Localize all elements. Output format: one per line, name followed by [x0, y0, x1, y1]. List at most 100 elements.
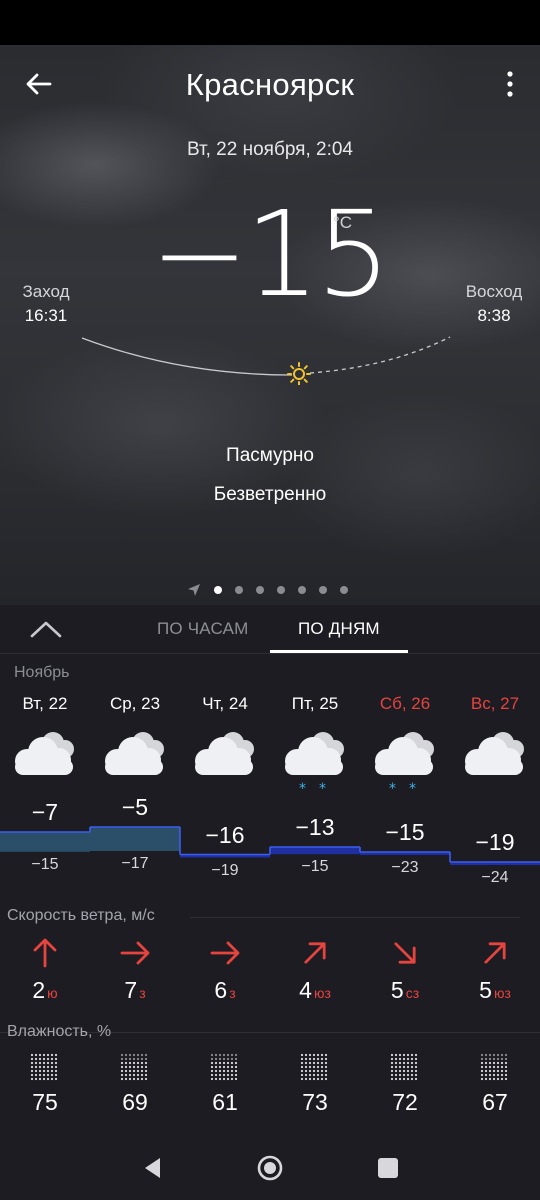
status-bar: [0, 0, 540, 45]
day-column[interactable]: Пт, 25 * *: [270, 693, 360, 797]
page-dot: [256, 586, 264, 594]
wind-direction-arrow-icon: [210, 941, 240, 965]
condition-text: Пасмурно: [226, 445, 314, 466]
day-label: Вт, 22: [22, 694, 68, 713]
page-dot: [277, 586, 285, 594]
humidity-cell: 67: [450, 1053, 540, 1116]
humidity-value: 61: [212, 1089, 238, 1115]
svg-text:*: *: [319, 781, 326, 797]
humidity-value: 72: [392, 1089, 418, 1115]
wind-speed-value: 7з: [90, 977, 180, 1004]
humidity-value: 73: [302, 1089, 328, 1115]
max-temp-label: −16: [205, 821, 245, 848]
temperature-unit: °C: [333, 213, 353, 232]
cloudy-snow-icon: * *: [369, 723, 441, 802]
min-temp-label: −23: [391, 859, 419, 876]
wind-direction-arrow-icon: [304, 942, 326, 964]
min-temp-label: −24: [481, 869, 509, 886]
day-column[interactable]: Вт, 22: [0, 693, 90, 775]
max-temp-label: −7: [31, 799, 59, 825]
humidity-cell: 69: [90, 1053, 180, 1116]
page-dot: [235, 586, 243, 594]
humidity-dots-icon: [30, 1053, 58, 1081]
forecast-panel: ПО ЧАСАМ ПО ДНЯМ Ноябрь Вт, 22 Ср, 23 Чт, …: [0, 605, 540, 1135]
cloudy-snow-icon: * *: [279, 723, 351, 802]
wind-direction-label: юз: [493, 985, 511, 1001]
sun-path-arc: [81, 336, 451, 385]
day-label: Сб, 26: [379, 694, 431, 713]
system-nav-bar: [0, 1135, 540, 1200]
humidity-dots-icon: [300, 1053, 328, 1081]
wind-direction-label: з: [229, 985, 236, 1001]
page-dot: [214, 586, 222, 594]
wind-speed-value: 4 юз: [270, 977, 360, 1004]
cloudy-icon: [9, 723, 81, 802]
active-tab-indicator: [270, 650, 408, 653]
chevron-up-icon[interactable]: [28, 616, 64, 642]
page-dot: [298, 586, 306, 594]
wind-text: Безветренно: [213, 484, 327, 505]
wind-direction-arrow-icon: [394, 942, 416, 964]
temperature-chart: −7 −15 −5 −17 −16 −19 −13 −15 −15 −23 −19 −24: [0, 794, 540, 905]
sunrise-info: Восход 8:38: [462, 280, 526, 328]
cloudy-icon: [189, 723, 261, 802]
wind-direction-label: ю: [47, 985, 58, 1001]
more-vert-icon[interactable]: [498, 69, 522, 99]
svg-text:*: *: [409, 781, 416, 797]
sunset-label: Заход: [22, 282, 70, 301]
forecast-tabs: ПО ЧАСАМ ПО ДНЯМ: [0, 605, 540, 654]
max-temp-label: −15: [385, 819, 425, 845]
day-column[interactable]: Чт, 24: [180, 693, 270, 775]
sun-icon: [287, 362, 311, 385]
current-temperature-block: −15 °C: [0, 195, 540, 325]
wind-speed: 2: [32, 977, 46, 1003]
tab-daily[interactable]: ПО ДНЯМ: [298, 619, 380, 639]
humidity-section-title: Влажность, %: [7, 1023, 112, 1040]
humidity-dots-icon: [120, 1053, 148, 1081]
wind-cell: 5 юз: [450, 935, 540, 1004]
humidity-dots-icon: [390, 1053, 418, 1081]
wind-speed: 5: [479, 977, 492, 1003]
humidity-cell: 75: [0, 1053, 90, 1116]
day-column[interactable]: Сб, 26 * *: [360, 693, 450, 797]
temp-band: [270, 847, 360, 855]
page-dot: [340, 586, 348, 594]
wind-cell: 4 юз: [270, 935, 360, 1004]
humidity-cell: 61: [180, 1053, 270, 1116]
humidity-value: 67: [482, 1089, 508, 1115]
sunset-info: Заход 16:31: [14, 280, 78, 328]
wind-direction-label: юз: [313, 985, 331, 1001]
min-temp-label: −19: [211, 861, 239, 879]
min-temp-label: −15: [31, 855, 59, 873]
temp-band: [90, 827, 180, 851]
wind-cell: 6з: [180, 935, 270, 1004]
day-column[interactable]: Ср, 23: [90, 693, 180, 775]
humidity-value: 75: [32, 1089, 58, 1115]
location-arrow-icon: [188, 584, 200, 596]
min-temp-label: −15: [301, 858, 329, 876]
wind-direction-label: з: [139, 985, 146, 1001]
wind-speed: 7: [124, 977, 138, 1003]
humidity-dots-icon: [210, 1053, 238, 1081]
min-temp-label: −17: [121, 855, 149, 872]
nav-recents-icon[interactable]: [373, 1153, 403, 1183]
nav-home-icon[interactable]: [255, 1153, 285, 1183]
wind-cell: 7з: [90, 935, 180, 1004]
wind-speed-value: 2ю: [0, 977, 90, 1004]
month-label: Ноябрь: [14, 664, 70, 681]
cloudy-icon: [99, 723, 171, 802]
day-column[interactable]: Вс, 27: [450, 693, 540, 775]
max-temp-label: −13: [295, 814, 335, 840]
page-indicator[interactable]: [187, 583, 348, 597]
day-label: Чт, 24: [202, 694, 248, 713]
city-title[interactable]: Красноярск: [0, 67, 540, 103]
svg-text:*: *: [389, 781, 396, 797]
wind-speed: 4: [299, 977, 312, 1003]
wind-cell: 5 сз: [360, 935, 450, 1004]
tab-hourly[interactable]: ПО ЧАСАМ: [157, 619, 248, 639]
day-label: Пт, 25: [291, 694, 339, 713]
nav-back-icon[interactable]: [138, 1153, 168, 1183]
max-temp-label: −19: [475, 829, 515, 855]
wind-direction-arrow-icon: [484, 942, 506, 964]
humidity-value: 69: [122, 1089, 148, 1115]
